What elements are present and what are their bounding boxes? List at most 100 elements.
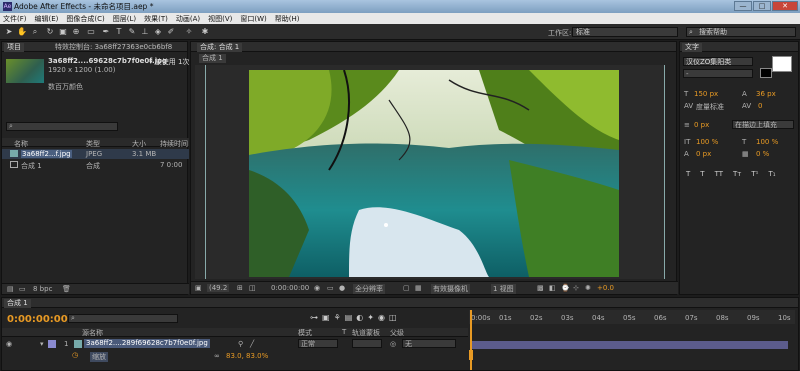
- motion-blur-icon[interactable]: ◐: [356, 313, 363, 322]
- track-matte-select[interactable]: [352, 339, 382, 348]
- workspace-select[interactable]: 标准: [572, 27, 678, 37]
- shy-switch-icon[interactable]: ⚲: [238, 340, 243, 348]
- col-type[interactable]: 类型: [86, 139, 100, 149]
- col-track-matte[interactable]: 轨道蒙板: [352, 328, 380, 338]
- clone-tool-icon[interactable]: ⊥: [140, 27, 150, 37]
- label-color-swatch[interactable]: [48, 340, 56, 348]
- col-parent[interactable]: 父级: [390, 328, 404, 338]
- pen-tool-icon[interactable]: ✒: [101, 27, 111, 37]
- flowchart-icon[interactable]: ⊹: [573, 284, 579, 292]
- tracking-value[interactable]: 0: [758, 102, 762, 110]
- faux-bold-button[interactable]: T: [686, 170, 690, 178]
- views-select[interactable]: 1 视图: [491, 284, 516, 294]
- grid-icon[interactable]: ⊞: [237, 284, 243, 292]
- keyframe-marker[interactable]: [469, 350, 473, 360]
- transparency-grid-icon[interactable]: ▦: [415, 284, 422, 292]
- menu-animation[interactable]: 动画(A): [176, 14, 200, 24]
- zoom-tool-icon[interactable]: ⌕: [30, 27, 40, 37]
- kerning-value[interactable]: 度量标准: [696, 102, 724, 112]
- menu-help[interactable]: 帮助(H): [275, 14, 300, 24]
- mask-tool-icon[interactable]: ▭: [86, 27, 96, 37]
- hide-shy-layers-icon[interactable]: ⚘: [334, 313, 341, 322]
- snapshot-icon[interactable]: ◉: [314, 284, 320, 292]
- scale-property-value[interactable]: 83.0, 83.0%: [226, 352, 268, 360]
- rotate-tool-icon[interactable]: ↻: [45, 27, 55, 37]
- project-row[interactable]: 3a68ff2...f.jpg JPEG 3.1 MB: [2, 149, 189, 159]
- minimize-button[interactable]: —: [734, 1, 752, 11]
- stroke-width-value[interactable]: 0 px: [694, 121, 709, 129]
- mask-visibility-icon[interactable]: ◫: [249, 284, 256, 292]
- frame-blending-icon[interactable]: ▤: [345, 313, 353, 322]
- menu-layer[interactable]: 图层(L): [113, 14, 136, 24]
- playhead[interactable]: [470, 310, 472, 370]
- roto-tool-icon[interactable]: ✐: [166, 27, 176, 37]
- timeline-icon[interactable]: ⌚: [561, 284, 570, 292]
- timeline-timecode[interactable]: 0:00:00:00: [7, 314, 68, 325]
- stroke-mode-select[interactable]: 在描边上填充: [732, 120, 794, 129]
- project-row[interactable]: 合成 1 合成 7 0:00: [2, 160, 189, 170]
- draft-3d-icon[interactable]: ▣: [322, 313, 330, 322]
- selection-tool-icon[interactable]: ➤: [4, 27, 14, 37]
- visibility-eye-icon[interactable]: ◉: [6, 340, 12, 348]
- fast-preview-icon[interactable]: ◧: [549, 284, 556, 292]
- timeline-search-input[interactable]: ⌕: [68, 314, 178, 323]
- tab-composition[interactable]: 合成: 合成 1: [197, 43, 243, 52]
- comp-mini-flowchart-icon[interactable]: ⊶: [310, 313, 318, 322]
- stroke-color-swatch[interactable]: [760, 68, 772, 78]
- stopwatch-icon[interactable]: ◷: [72, 351, 84, 361]
- menu-window[interactable]: 窗口(W): [240, 14, 266, 24]
- menu-edit[interactable]: 编辑(E): [35, 14, 59, 24]
- collapse-switch-icon[interactable]: ╱: [250, 340, 254, 348]
- camera-select[interactable]: 有效摄像机: [431, 284, 470, 294]
- expand-triangle-icon[interactable]: ▾: [40, 340, 44, 348]
- close-button[interactable]: ✕: [772, 1, 798, 11]
- font-family-select[interactable]: 汉仪ZO集阳类: [683, 57, 753, 66]
- blend-mode-select[interactable]: 正常: [298, 339, 338, 348]
- eraser-tool-icon[interactable]: ◈: [153, 27, 163, 37]
- interpret-footage-icon[interactable]: ▤: [7, 285, 14, 293]
- col-name[interactable]: 名称: [14, 139, 28, 149]
- comp-viewer[interactable]: [195, 65, 665, 279]
- search-help-input[interactable]: ⌕ 搜索帮助: [686, 27, 796, 37]
- maximize-button[interactable]: □: [753, 1, 771, 11]
- faux-italic-button[interactable]: T: [700, 170, 704, 178]
- font-size-value[interactable]: 150 px: [694, 90, 718, 98]
- bpc-label[interactable]: 8 bpc: [33, 285, 52, 293]
- exposure-icon[interactable]: ✺: [585, 284, 591, 292]
- project-search-input[interactable]: ⌕: [6, 122, 118, 131]
- comp-subtab[interactable]: 合成 1: [199, 54, 226, 63]
- always-preview-icon[interactable]: ▣: [195, 284, 202, 292]
- resolution-select[interactable]: 全分辨率: [353, 284, 385, 294]
- menu-composition[interactable]: 图像合成(C): [66, 14, 104, 24]
- horizontal-scale-value[interactable]: 100 %: [756, 138, 778, 146]
- comp-timecode[interactable]: 0:00:00:00: [271, 284, 309, 292]
- link-icon[interactable]: ∞: [214, 352, 220, 360]
- menu-file[interactable]: 文件(F): [3, 14, 27, 24]
- tab-timeline-comp[interactable]: 合成 1: [4, 299, 31, 308]
- graph-editor-icon[interactable]: ◫: [389, 313, 397, 322]
- pin-tool-icon[interactable]: ✱: [200, 27, 210, 37]
- exposure-value[interactable]: +0.0: [597, 284, 614, 292]
- brainstorm-icon[interactable]: ✦: [367, 313, 374, 322]
- pickwhip-icon[interactable]: ◎: [390, 340, 396, 348]
- menu-view[interactable]: 视图(V): [208, 14, 232, 24]
- tsume-value[interactable]: 0 %: [756, 150, 769, 158]
- all-caps-button[interactable]: TT: [715, 170, 723, 178]
- layer-name[interactable]: 3a68ff2....289f69628c7b7f0e0f.jpg: [84, 339, 210, 348]
- col-mode[interactable]: 模式: [298, 328, 312, 338]
- trash-icon[interactable]: 🗑: [62, 285, 71, 293]
- parent-select[interactable]: 无: [402, 339, 456, 348]
- zoom-select[interactable]: (49.2: [207, 284, 230, 292]
- new-folder-icon[interactable]: ▭: [19, 285, 26, 293]
- pan-behind-tool-icon[interactable]: ⊕: [71, 27, 81, 37]
- type-tool-icon[interactable]: T: [114, 27, 124, 37]
- camera-tool-icon[interactable]: ▣: [58, 27, 68, 37]
- superscript-button[interactable]: T¹: [751, 170, 758, 178]
- color-channel-icon[interactable]: ●: [339, 284, 345, 292]
- menu-effect[interactable]: 效果(T): [144, 14, 168, 24]
- region-of-interest-icon[interactable]: ▢: [403, 284, 410, 292]
- leading-value[interactable]: 36 px: [756, 90, 776, 98]
- tab-character[interactable]: 文字: [682, 43, 702, 52]
- col-size[interactable]: 大小: [132, 139, 146, 149]
- layer-row[interactable]: ◉ ▾ 1 3a68ff2....289f69628c7b7f0e0f.jpg …: [2, 339, 468, 350]
